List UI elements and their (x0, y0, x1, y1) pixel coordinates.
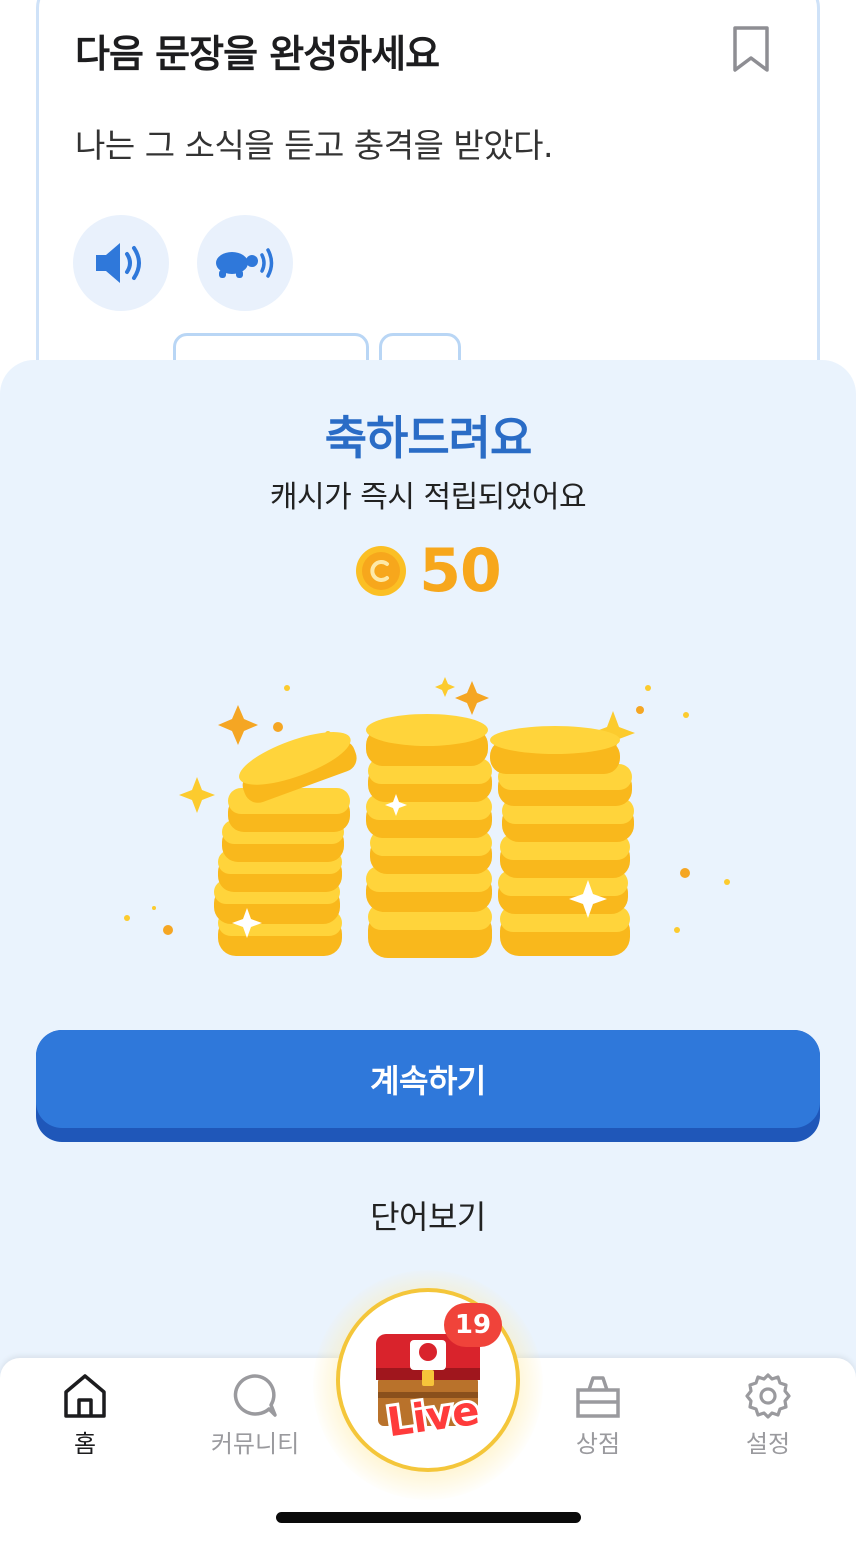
turtle-speaker-icon (216, 248, 274, 278)
live-notification-badge: 19 (444, 1303, 502, 1347)
tab-shop-label: 상점 (575, 1430, 621, 1458)
congrats-title: 축하드려요 (324, 411, 533, 465)
play-audio-button[interactable] (73, 215, 169, 311)
tab-home-label: 홈 (73, 1430, 97, 1458)
chat-bubble-icon (233, 1374, 277, 1417)
question-card: 다음 문장을 완성하세요 나는 그 소식을 듣고 충격을 받았다. (36, 0, 820, 400)
tab-settings[interactable]: 설정 (708, 1372, 828, 1472)
question-title: 다음 문장을 완성하세요 (75, 32, 440, 76)
tab-shop[interactable]: 상점 (538, 1372, 658, 1472)
reward-message: 캐시가 즉시 적립되었어요 (269, 480, 587, 515)
continue-button[interactable]: 계속하기 (36, 1030, 820, 1142)
gear-icon (745, 1373, 791, 1419)
tab-community-label: 커뮤니티 (210, 1430, 300, 1458)
home-indicator (276, 1512, 581, 1523)
home-icon (64, 1374, 106, 1418)
shopping-bag-icon (576, 1376, 620, 1418)
reward-amount-row: 50 (0, 536, 856, 606)
question-sentence: 나는 그 소식을 듣고 충격을 받았다. (75, 126, 553, 165)
coin-stacks-illustration (124, 677, 730, 958)
speaker-icon (96, 243, 141, 283)
bookmark-icon[interactable] (731, 25, 771, 73)
tab-community[interactable]: 커뮤니티 (195, 1372, 315, 1472)
reward-amount: 50 (419, 536, 501, 606)
cash-coin-icon (356, 546, 407, 596)
tab-home[interactable]: 홈 (25, 1372, 145, 1472)
tab-settings-label: 설정 (745, 1430, 791, 1458)
view-words-button[interactable]: 단어보기 (0, 1192, 856, 1238)
play-slow-audio-button[interactable] (197, 215, 293, 311)
continue-button-label: 계속하기 (36, 1030, 820, 1128)
